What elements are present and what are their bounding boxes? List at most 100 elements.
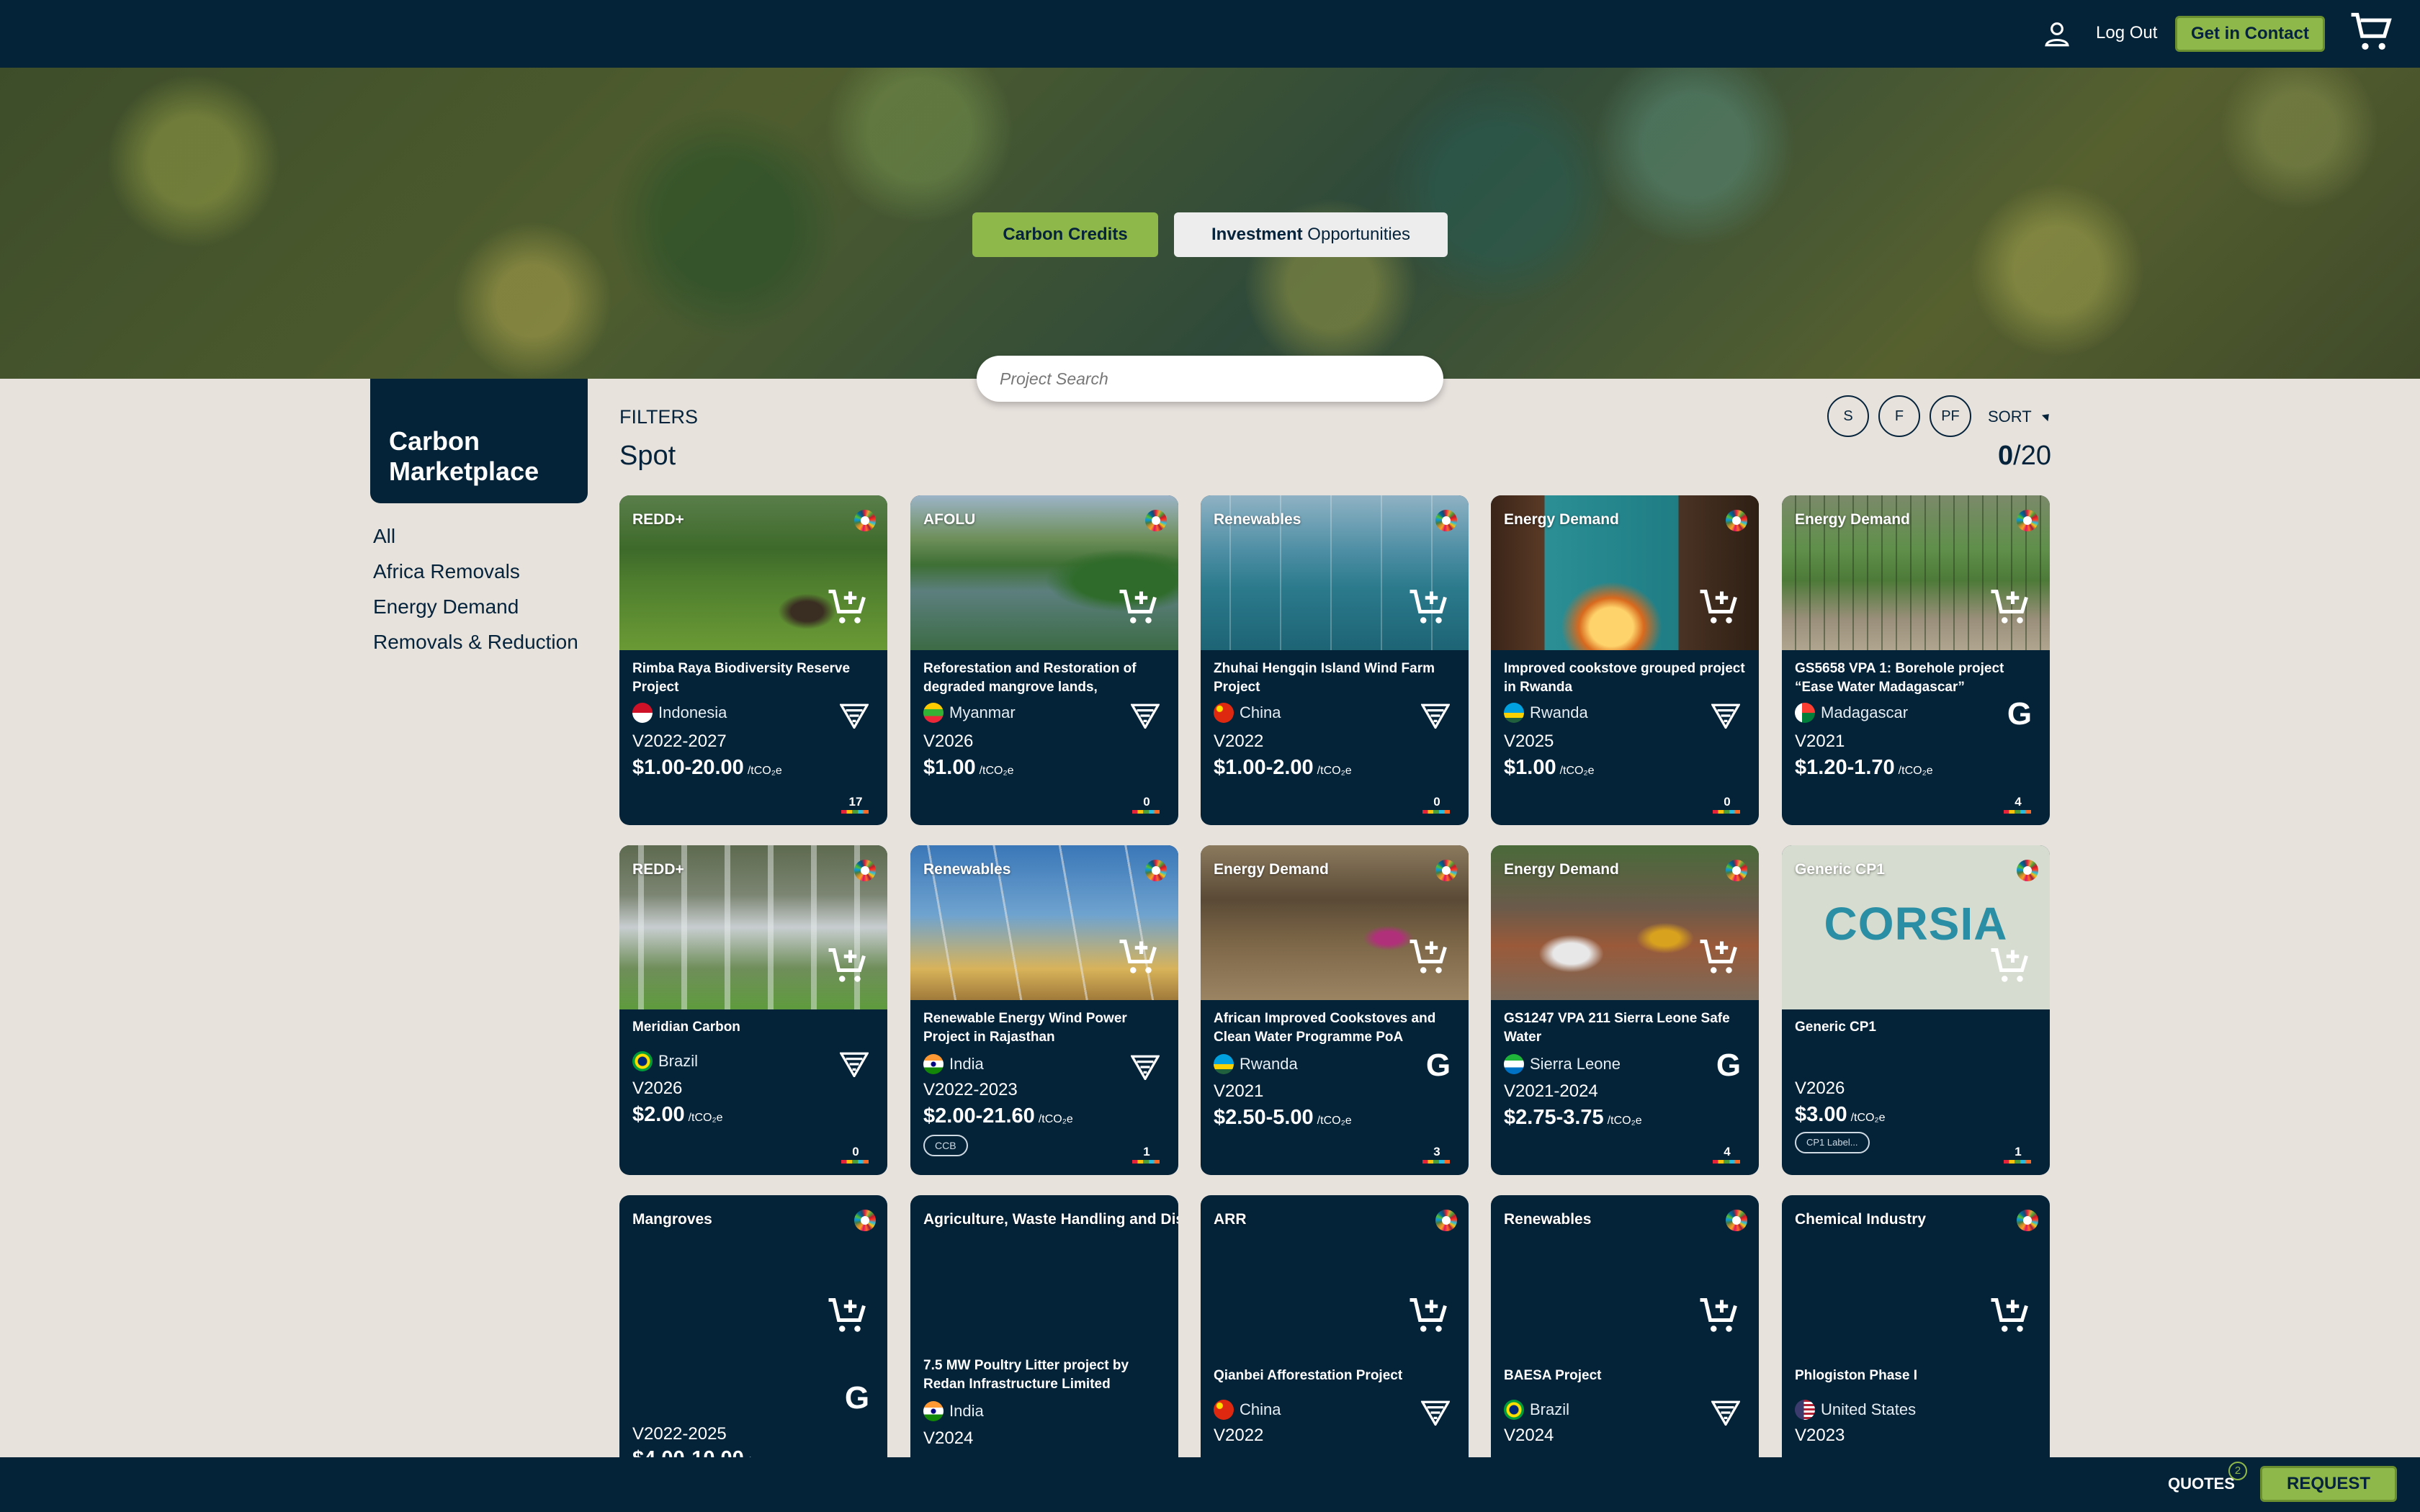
- project-card[interactable]: Energy Demand GS5658 VPA 1: Borehole pro…: [1782, 495, 2050, 825]
- sdg-wheel-icon: [1435, 860, 1457, 881]
- category-tag: ARR: [1214, 1211, 1247, 1228]
- toggle-forward[interactable]: F: [1878, 395, 1920, 437]
- category-tag: Renewables: [923, 861, 1011, 878]
- quote-count: 4: [2004, 795, 2033, 814]
- total-count: /20: [2013, 441, 2051, 471]
- project-search-input[interactable]: [977, 356, 1443, 402]
- project-vintage: V2023: [1795, 1426, 1845, 1445]
- project-card[interactable]: Renewables Zhuhai Hengqin Island Wind Fa…: [1201, 495, 1469, 825]
- selected-count: 0: [1998, 441, 2014, 471]
- category-tag: Energy Demand: [1795, 511, 1910, 528]
- tab-investment-opportunities[interactable]: Investment Opportunities: [1174, 212, 1448, 257]
- tab-carbon-credits[interactable]: Carbon Credits: [972, 212, 1158, 257]
- get-in-contact-button[interactable]: Get in Contact: [2175, 16, 2325, 52]
- add-to-cart-icon[interactable]: [1989, 1295, 2033, 1338]
- country-name: United States: [1821, 1400, 1917, 1418]
- add-to-cart-icon[interactable]: [1408, 936, 1451, 979]
- project-country: United States: [1795, 1400, 1916, 1420]
- project-country: Rwanda: [1214, 1054, 1298, 1074]
- madagascar-flag-icon: [1795, 703, 1815, 723]
- quote-count: 0: [1713, 795, 1742, 814]
- add-to-cart-icon[interactable]: [1989, 586, 2033, 629]
- project-vintage: V2022: [1214, 1426, 1264, 1445]
- indonesia-flag-icon: [632, 703, 653, 723]
- project-card[interactable]: REDD+ Meridian Carbon Brazil V2026 $2.00…: [619, 845, 887, 1175]
- add-to-cart-icon[interactable]: [1989, 945, 2033, 988]
- project-vintage: V2026: [923, 732, 974, 751]
- project-title: Zhuhai Hengqin Island Wind Farm Project: [1214, 661, 1435, 695]
- sdg-wheel-icon: [1145, 510, 1167, 531]
- price-value: $2.75-3.75: [1504, 1106, 1604, 1129]
- price-unit: /tCO₂e: [1317, 765, 1352, 777]
- country-name: Indonesia: [658, 703, 727, 721]
- sdg-wheel-icon: [2017, 1210, 2038, 1231]
- verra-registry-icon: [1421, 1400, 1450, 1426]
- add-to-cart-icon[interactable]: [1408, 1295, 1451, 1338]
- project-title: GS5658 VPA 1: Borehole project “Ease Wat…: [1795, 661, 2004, 695]
- rwanda-flag-icon: [1504, 703, 1524, 723]
- sdg-wheel-icon: [854, 510, 876, 531]
- project-card[interactable]: Energy Demand African Improved Cookstove…: [1201, 845, 1469, 1175]
- price-unit: /tCO₂e: [688, 1112, 723, 1124]
- add-to-cart-icon[interactable]: [1698, 936, 1742, 979]
- user-icon[interactable]: [2042, 19, 2072, 49]
- cart-icon[interactable]: [2349, 10, 2394, 55]
- country-name: Brazil: [658, 1052, 699, 1070]
- gold-standard-icon: G: [2007, 696, 2033, 732]
- add-to-cart-icon[interactable]: [1118, 936, 1161, 979]
- price-value: $1.00-20.00: [632, 756, 744, 779]
- project-title: BAESA Project: [1504, 1368, 1602, 1383]
- country-name: India: [949, 1402, 984, 1420]
- project-price: $2.50-5.00/tCO₂e: [1214, 1106, 1352, 1130]
- price-value: $2.50-5.00: [1214, 1106, 1314, 1129]
- quotes-link[interactable]: QUOTES: [2168, 1475, 2235, 1493]
- add-to-cart-icon[interactable]: [1698, 586, 1742, 629]
- add-to-cart-icon[interactable]: [827, 945, 870, 988]
- verra-registry-icon: [1421, 703, 1450, 729]
- sidebar-item-energy-demand[interactable]: Energy Demand: [373, 595, 589, 630]
- china-flag-icon: [1214, 703, 1234, 723]
- logout-link[interactable]: Log Out: [2096, 23, 2157, 43]
- project-vintage: V2021-2024: [1504, 1081, 1598, 1101]
- sdg-wheel-icon: [2017, 510, 2038, 531]
- category-tag: Energy Demand: [1504, 861, 1619, 878]
- price-unit: /tCO₂e: [1317, 1115, 1352, 1127]
- project-card[interactable]: Renewables Renewable Energy Wind Power P…: [910, 845, 1178, 1175]
- project-country: Madagascar: [1795, 703, 1908, 723]
- filters-toggle[interactable]: FILTERS: [619, 406, 698, 428]
- project-country: Indonesia: [632, 703, 727, 723]
- price-value: $1.20-1.70: [1795, 756, 1895, 779]
- request-button[interactable]: REQUEST: [2260, 1466, 2397, 1502]
- project-country: Brazil: [1504, 1400, 1569, 1420]
- country-name: Sierra Leone: [1530, 1055, 1621, 1073]
- project-title: Improved cookstove grouped project in Rw…: [1504, 661, 1745, 695]
- toggle-pre-forward[interactable]: PF: [1930, 395, 1971, 437]
- add-to-cart-icon[interactable]: [827, 1295, 870, 1338]
- quote-count: 3: [1422, 1145, 1451, 1164]
- brazil-flag-icon: [632, 1051, 653, 1071]
- project-card[interactable]: Energy Demand Improved cookstove grouped…: [1491, 495, 1759, 825]
- project-card[interactable]: CORSIA Generic CP1 Generic CP1 V2026 $3.…: [1782, 845, 2050, 1175]
- add-to-cart-icon[interactable]: [1118, 586, 1161, 629]
- price-unit: /tCO₂e: [1038, 1113, 1073, 1125]
- project-card[interactable]: AFOLU Reforestation and Restoration of d…: [910, 495, 1178, 825]
- project-price: $1.00/tCO₂e: [1504, 756, 1595, 780]
- toggle-spot[interactable]: S: [1827, 395, 1869, 437]
- add-to-cart-icon[interactable]: [1408, 586, 1451, 629]
- project-price: $1.20-1.70/tCO₂e: [1795, 756, 1933, 780]
- verra-registry-icon: [1131, 1054, 1160, 1080]
- project-card[interactable]: Energy Demand GS1247 VPA 211 Sierra Leon…: [1491, 845, 1759, 1175]
- project-country: Brazil: [632, 1051, 698, 1071]
- sort-dropdown[interactable]: SORT: [1988, 408, 2032, 426]
- project-country: India: [923, 1401, 984, 1421]
- project-vintage: V2022-2023: [923, 1080, 1018, 1099]
- sidebar-item-all[interactable]: All: [373, 524, 589, 559]
- add-to-cart-icon[interactable]: [827, 586, 870, 629]
- sidebar-item-removals-reduction[interactable]: Removals & Reduction: [373, 630, 589, 665]
- project-vintage: V2021: [1214, 1081, 1264, 1101]
- sidebar-item-africa-removals[interactable]: Africa Removals: [373, 559, 589, 595]
- project-vintage: V2021: [1795, 732, 1845, 751]
- add-to-cart-icon[interactable]: [1698, 1295, 1742, 1338]
- category-tag: Agriculture, Waste Handling and Disposal: [923, 1211, 1178, 1228]
- project-card[interactable]: REDD+ Rimba Raya Biodiversity Reserve Pr…: [619, 495, 887, 825]
